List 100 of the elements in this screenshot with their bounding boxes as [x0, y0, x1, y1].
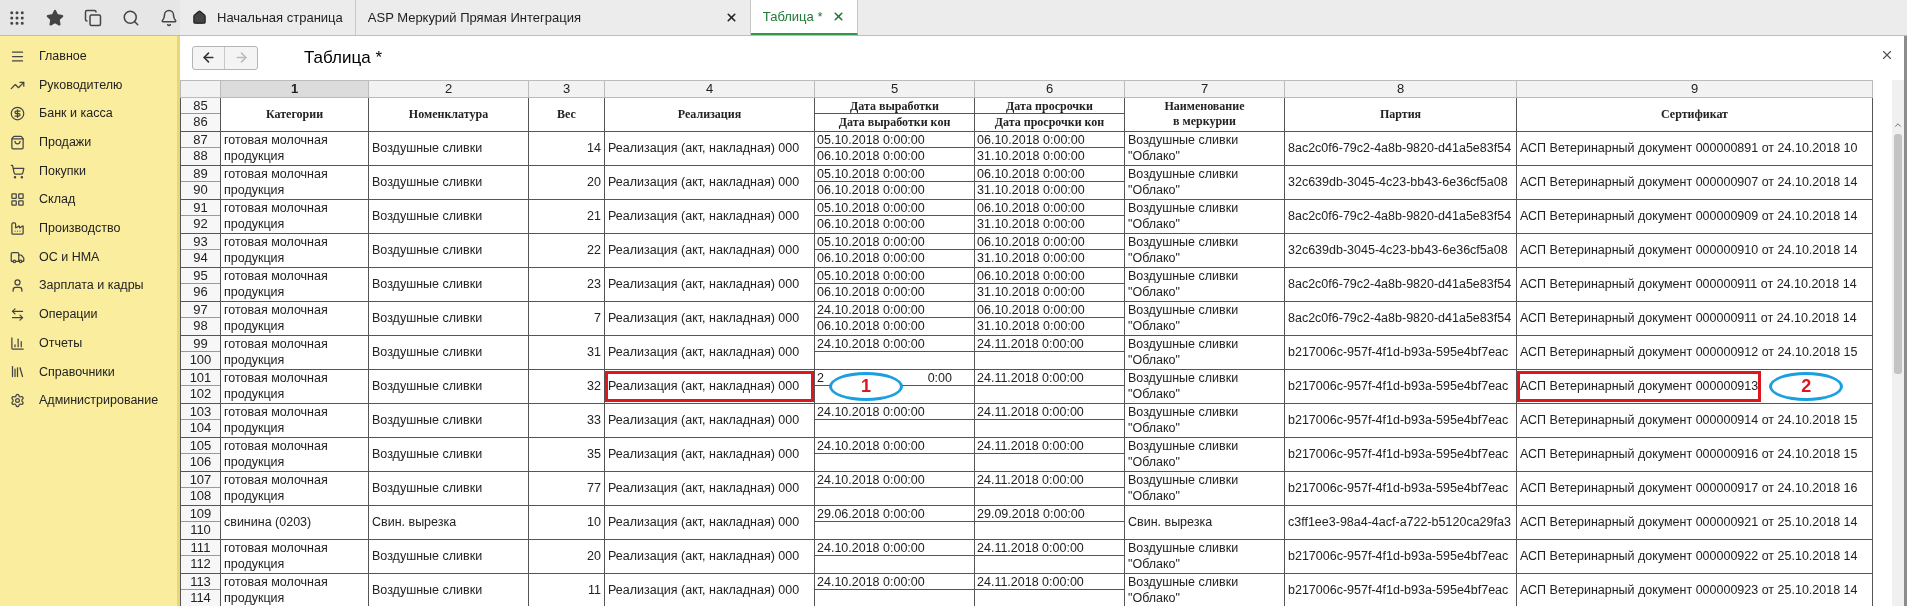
column-number[interactable]: 2 [368, 80, 529, 98]
sidebar-item[interactable]: Банк и касса [0, 99, 177, 129]
history-icon[interactable] [84, 8, 102, 27]
table-cell-text: Воздушные сливки [371, 378, 484, 395]
table-cell-text: Реализация (акт, накладная) 000 [607, 344, 801, 361]
row-number: 110 [189, 522, 212, 539]
table-cell-text: АСП Ветеринарный документ 000000911 от 24.10.2018 14 [1519, 276, 1858, 293]
column-number[interactable]: 6 [974, 80, 1125, 98]
search-icon[interactable] [122, 8, 140, 27]
row-number: 88 [192, 148, 209, 165]
sidebar-item[interactable]: Операции [0, 300, 177, 329]
table-cell-text: Воздушные сливки [371, 310, 484, 327]
sidebar-item[interactable]: Продажи [0, 128, 177, 157]
sidebar-item[interactable]: Производство [0, 214, 177, 243]
table-cell-text: АСП Ветеринарный документ 000000921 от 25.10.2018 14 [1519, 514, 1859, 531]
sidebar-item[interactable]: Справочники [0, 357, 177, 387]
column-header: Сертификат [1660, 106, 1729, 122]
sidebar-item[interactable]: Главное [0, 42, 177, 71]
sidebar-item[interactable]: Зарплата и кадры [0, 271, 177, 301]
home-icon [192, 10, 207, 25]
table-cell-text: Воздушные сливки "Облако" [1127, 234, 1240, 267]
row-number: 98 [192, 318, 209, 335]
grid-icon [10, 192, 25, 208]
table-cell-text: Воздушные сливки "Облако" [1127, 336, 1240, 369]
date-cell: 24.10.2018 0:00:00 [815, 403, 974, 421]
row-number: 93 [181, 233, 220, 251]
row-number: 91 [181, 199, 220, 217]
person-icon [10, 278, 25, 294]
row-number: 112 [189, 556, 212, 573]
column-header: Партия [1378, 106, 1423, 122]
row-number: 106 [188, 454, 213, 471]
table-cell-text: Воздушные сливки [371, 276, 484, 293]
table-cell-text: 8ac2c0f6-79c2-4a8b-9820-d41a5e83f54 [1287, 276, 1513, 293]
sidebar-item[interactable]: Отчеты [0, 328, 177, 358]
date-cell: 24.11.2018 0:00:00 [975, 403, 1124, 421]
table-cell-text: Воздушные сливки "Облако" [1127, 166, 1240, 199]
scrollbar[interactable] [1892, 79, 1904, 606]
table-cell-text: Воздушные сливки "Облако" [1127, 438, 1240, 471]
table-cell-text: Реализация (акт, накладная) 000 [607, 446, 801, 463]
tab[interactable]: Таблица * [750, 0, 859, 35]
column-number[interactable]: 4 [604, 80, 815, 98]
column-header: Вес [556, 106, 577, 122]
table-cell-text: Воздушные сливки "Облако" [1127, 540, 1240, 573]
date-cell-text: 31.10.2018 0:00:00 [976, 318, 1086, 335]
date-cell-text: 06.10.2018 0:00:00 [816, 148, 926, 165]
sidebar-item[interactable]: Покупки [0, 156, 177, 186]
sidebar-item[interactable]: Руководителю [0, 70, 177, 100]
column-number[interactable]: 7 [1124, 80, 1285, 98]
table-cell-text: 23 [586, 276, 602, 293]
column-number[interactable]: 9 [1516, 80, 1873, 98]
date-cell-text: 31.10.2018 0:00:00 [976, 284, 1086, 301]
column-number[interactable]: 1 [220, 80, 369, 98]
table-cell-text: АСП Ветеринарный документ 000000911 от 24.10.2018 14 [1519, 310, 1858, 327]
table-cell-text: b217006c-957f-4f1d-b93a-595e4bf7eac [1287, 446, 1510, 463]
table-cell-text: b217006c-957f-4f1d-b93a-595e4bf7eac [1287, 412, 1510, 429]
truck-icon [10, 249, 25, 265]
date-cell: 24.11.2018 0:00:00 [975, 471, 1124, 489]
table-cell-text: Воздушные сливки [371, 480, 484, 497]
table-cell-text: b217006c-957f-4f1d-b93a-595e4bf7eac [1287, 344, 1510, 361]
table-cell-text: Воздушные сливки "Облако" [1127, 200, 1240, 233]
date-cell: 24.11.2018 0:00:00 [975, 573, 1124, 591]
table-cell-text: 8ac2c0f6-79c2-4a8b-9820-d41a5e83f54 [1287, 208, 1513, 225]
table-cell-text: Реализация (акт, накладная) 000 [607, 208, 801, 225]
row-number: 90 [192, 182, 209, 199]
row-number: 89 [181, 165, 220, 183]
table-cell-text: 22 [586, 242, 602, 259]
table-cell-text: Реализация (акт, накладная) 000 [607, 174, 801, 191]
column-header: Дата просрочки [975, 97, 1124, 115]
table-cell-text: АСП Ветеринарный документ 000000910 от 24.10.2018 14 [1519, 242, 1859, 259]
column-header: Категории [264, 106, 325, 122]
sidebar-item[interactable]: ОС и НМА [0, 242, 177, 272]
table-cell-text: АСП Ветеринарный документ 000000917 от 24.10.2018 16 [1519, 480, 1859, 497]
table-cell-text: Реализация (акт, накладная) 000 [607, 276, 801, 293]
close-icon[interactable] [724, 11, 738, 24]
table-cell-text: 20 [586, 174, 602, 191]
close-icon[interactable] [1880, 48, 1894, 62]
bell-icon[interactable] [160, 8, 178, 27]
table-cell-text: 7 [593, 310, 602, 327]
sidebar-item[interactable]: Администрирование [0, 386, 177, 415]
date-cell-text: 31.10.2018 0:00:00 [976, 250, 1086, 267]
table-cell-text: 31 [586, 344, 602, 361]
table-cell-text: Воздушные сливки [371, 140, 484, 157]
row-number: 102 [188, 386, 213, 403]
table-cell-text: Воздушные сливки [371, 208, 484, 225]
table-cell-text: Воздушные сливки [371, 548, 484, 565]
apps-icon[interactable] [8, 8, 26, 27]
date-cell: 06.10.2018 0:00:00 [975, 199, 1124, 217]
table-cell-text: АСП Ветеринарный документ 000000922 от 25.10.2018 14 [1519, 548, 1859, 565]
row-number: 114 [189, 590, 212, 606]
table-cell-text: b217006c-957f-4f1d-b93a-595e4bf7eac [1287, 378, 1510, 395]
star-icon[interactable] [46, 8, 64, 27]
row-number: 108 [188, 488, 213, 505]
exchange-icon [10, 307, 25, 323]
table-cell-text: b217006c-957f-4f1d-b93a-595e4bf7eac [1287, 480, 1510, 497]
column-number[interactable]: 3 [528, 80, 605, 98]
column-number[interactable]: 8 [1284, 80, 1517, 98]
column-number[interactable]: 5 [814, 80, 975, 98]
sidebar-item[interactable]: Склад [0, 185, 177, 215]
row-number: 95 [181, 267, 220, 285]
callout-marker: 1 [829, 371, 903, 401]
